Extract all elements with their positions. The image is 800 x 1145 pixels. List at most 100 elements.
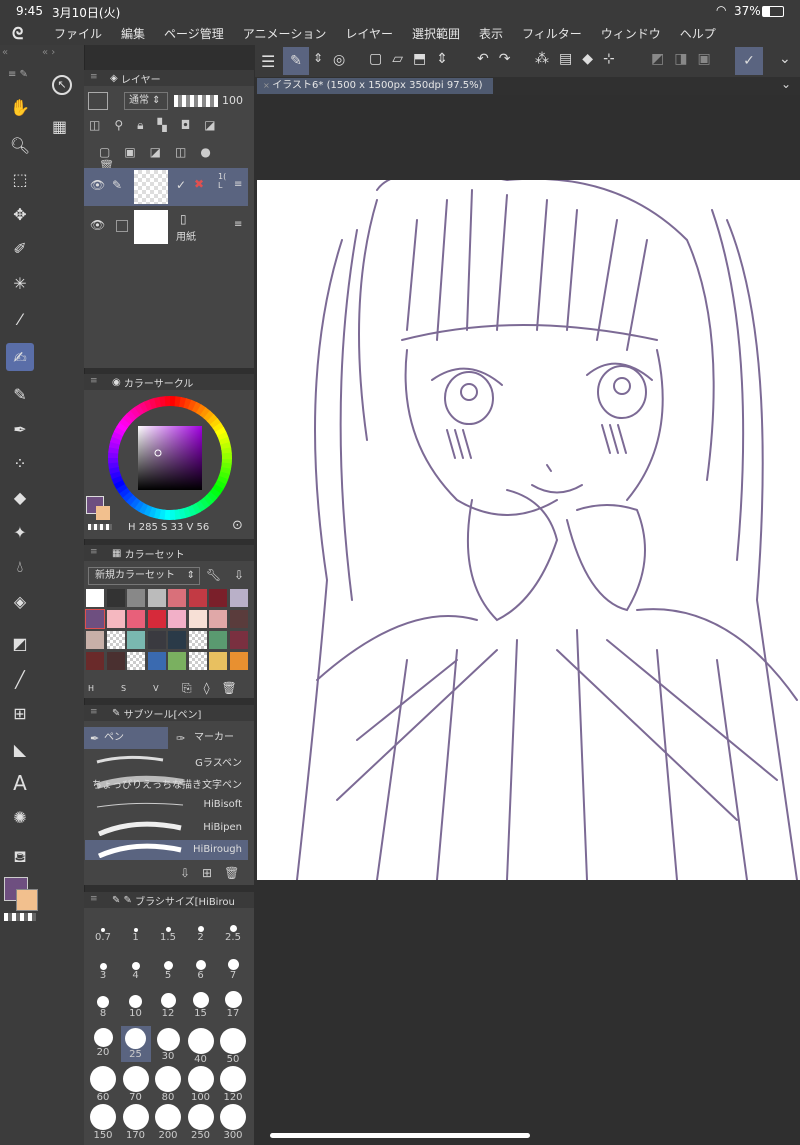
check-icon[interactable]: ✓ — [176, 178, 186, 192]
layer-row[interactable]: 👁︎ ▯ 用紙 ≡ — [84, 208, 248, 246]
swatch-action-icons[interactable]: ⎘◊🗑︎ — [182, 681, 249, 696]
color-swatch[interactable] — [127, 610, 145, 628]
color-swatch[interactable] — [209, 631, 227, 649]
calendar-icon[interactable]: ▦ — [52, 117, 67, 136]
brush-size-option[interactable]: 300 — [218, 1102, 248, 1141]
brush-size-option[interactable]: 4 — [121, 950, 151, 986]
color-swatch[interactable] — [229, 610, 248, 628]
expand-icon[interactable]: « › — [42, 47, 55, 58]
brush-size-option[interactable]: 1 — [121, 912, 151, 948]
color-swatch[interactable] — [86, 652, 104, 670]
gradient-icon[interactable]: ◩ — [6, 629, 34, 657]
brush-size-option[interactable]: 12 — [153, 988, 183, 1024]
brush-size-option[interactable]: 8 — [88, 988, 118, 1024]
color-swatch[interactable] — [209, 652, 227, 670]
brush-item[interactable]: HiBisoft — [85, 795, 248, 815]
undo-redo-icons[interactable]: ↶↷ — [477, 51, 520, 67]
footer-s[interactable]: S — [121, 684, 153, 693]
edit-icon[interactable]: ✎ — [283, 47, 309, 75]
brush-item[interactable]: HiBipen — [85, 818, 248, 838]
brush-size-option[interactable]: 170 — [121, 1102, 151, 1141]
reference-off-icon[interactable]: ✖ — [194, 177, 204, 191]
color-swatch[interactable] — [188, 652, 207, 670]
color-swatch[interactable] — [168, 589, 186, 607]
selection-pen-icon[interactable]: ✐ — [6, 234, 34, 262]
color-swatch[interactable] — [229, 589, 248, 607]
brush-size-option[interactable]: 200 — [153, 1102, 183, 1141]
close-icon[interactable]: × — [263, 81, 272, 90]
color-swatch[interactable] — [127, 652, 145, 670]
brush-size-option[interactable]: 120 — [218, 1064, 248, 1103]
panel-menu-icon[interactable]: ≡ — [90, 376, 98, 386]
color-swatch[interactable] — [168, 652, 186, 670]
color-swatch[interactable] — [229, 631, 248, 649]
color-swatch[interactable] — [147, 652, 166, 670]
brush-size-option[interactable]: 10 — [121, 988, 151, 1024]
transparent-color-swatch[interactable] — [4, 913, 36, 921]
opacity-slider[interactable] — [174, 95, 218, 107]
menu-layer[interactable]: レイヤー — [345, 25, 393, 42]
brush-item-selected[interactable]: HiBirough — [85, 840, 248, 860]
eye-icon[interactable]: 👁︎ — [90, 178, 105, 192]
layer-drag-handle[interactable]: ≡ — [234, 219, 242, 230]
decoration-icon[interactable]: ✦ — [6, 518, 34, 546]
brush-item[interactable]: ちょっぴりえっちな描き文字ペン — [85, 772, 248, 792]
move-icon[interactable]: ✥ — [6, 200, 34, 228]
pen-tool-icon[interactable]: ✍ — [6, 343, 34, 371]
panel-menu-icon[interactable]: ≡ — [90, 72, 98, 82]
color-set-select[interactable]: 新規カラーセット ⇕ — [88, 567, 200, 585]
color-swatch[interactable] — [209, 610, 227, 628]
brush-size-option[interactable]: 25 — [120, 1026, 151, 1062]
hand-icon[interactable]: ✋ — [6, 93, 34, 121]
layer-lock-icons[interactable]: ◫⚲🔒︎▚◘◪ — [89, 118, 254, 136]
blend-icon[interactable]: 💧︎ — [6, 553, 34, 581]
layer-check-box[interactable] — [116, 220, 128, 232]
color-swatch[interactable] — [168, 610, 186, 628]
brush-size-option[interactable]: 150 — [88, 1102, 118, 1141]
color-swatch[interactable] — [106, 631, 125, 649]
ruler-icon[interactable]: ◣ — [6, 735, 34, 763]
transparent-chip[interactable] — [88, 524, 112, 530]
tool-menu-icon[interactable]: ≡ ✎ — [8, 69, 32, 83]
brush-size-option[interactable]: 2 — [186, 912, 216, 948]
brush-size-option[interactable]: 17 — [218, 988, 248, 1024]
chevron-down-icon[interactable]: ⌄ — [779, 51, 791, 67]
brush-icon[interactable]: ✒ — [6, 415, 34, 443]
color-swatch[interactable] — [86, 631, 104, 649]
footer-v[interactable]: V — [153, 684, 185, 693]
selection-icons[interactable]: ⁂▤◆⊹ — [535, 51, 625, 67]
layer-edit-icons[interactable]: ◩◨▣ — [651, 51, 721, 67]
line-icon[interactable]: ╱ — [6, 665, 34, 693]
bucket-icon[interactable]: ⛾ — [6, 843, 34, 871]
drawing-canvas[interactable] — [257, 180, 800, 880]
snap-icon[interactable]: ✓ — [735, 47, 763, 75]
color-swatch[interactable] — [127, 589, 145, 607]
brush-size-option[interactable]: 3 — [88, 950, 118, 986]
layer-drag-handle[interactable]: ≡ — [234, 179, 242, 190]
brush-size-option[interactable]: 20 — [88, 1026, 118, 1062]
menu-file[interactable]: ファイル — [54, 25, 102, 42]
brush-size-option[interactable]: 60 — [88, 1064, 118, 1103]
brush-size-option[interactable]: 30 — [153, 1026, 183, 1062]
navigator-icon[interactable]: ↖ — [52, 75, 72, 95]
menu-icon[interactable]: ☰ — [261, 52, 275, 71]
wrench-icon[interactable]: 🔧︎ — [206, 568, 221, 582]
color-swatch[interactable] — [168, 631, 186, 649]
layer-action-icons[interactable]: ▢▣◪◫●🗑︎ — [99, 145, 254, 173]
import-icon[interactable]: ⇩ — [234, 568, 244, 582]
color-swatch[interactable] — [147, 610, 166, 628]
zoom-icon[interactable]: 🔍︎ — [6, 131, 34, 159]
menu-help[interactable]: ヘルプ — [680, 25, 716, 42]
brush-size-option[interactable]: 50 — [218, 1026, 248, 1065]
color-mode-icon[interactable]: ⊙ — [232, 518, 243, 533]
sub-color-swatch[interactable] — [16, 889, 38, 911]
menu-edit[interactable]: 編集 — [121, 25, 145, 42]
color-swatch[interactable] — [106, 610, 125, 628]
color-swatch[interactable] — [86, 589, 104, 607]
eraser-icon[interactable]: ◈ — [6, 587, 34, 615]
brush-size-option[interactable]: 0.7 — [88, 912, 118, 948]
color-swatch[interactable] — [188, 631, 207, 649]
brush-size-option[interactable]: 100 — [186, 1064, 216, 1103]
brush-size-option[interactable]: 6 — [186, 950, 216, 986]
brush-size-option[interactable]: 80 — [153, 1064, 183, 1103]
